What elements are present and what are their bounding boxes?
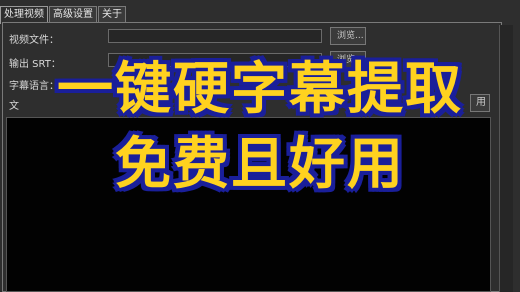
app-window: 处理视频 高级设置 关于 视频文件： 浏览... 输出 SRT： 浏览... 字… — [0, 0, 520, 292]
promo-headline-line2: 免费且好用 — [115, 132, 405, 197]
promo-headline-line1: 一键硬字幕提取 — [57, 57, 463, 122]
video-file-label: 视频文件： — [9, 35, 59, 46]
tab-advanced-settings[interactable]: 高级设置 — [49, 6, 97, 23]
tab-about[interactable]: 关于 — [98, 6, 126, 23]
video-file-input[interactable] — [108, 29, 322, 43]
tab-bar: 处理视频 高级设置 关于 — [0, 6, 127, 24]
browse-video-button[interactable]: 浏览... — [330, 27, 366, 45]
